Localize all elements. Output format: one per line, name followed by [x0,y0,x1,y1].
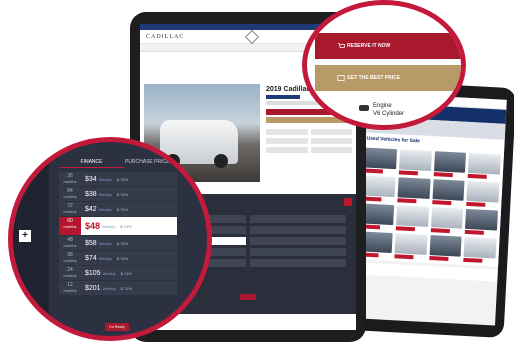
best-price-button[interactable]: GET THE BEST PRICE [315,65,461,91]
vehicle-card[interactable] [466,180,500,208]
best-price-label: GET THE BEST PRICE [347,75,401,81]
brand-name[interactable]: CADILLAC [146,34,184,40]
payment-amount: $74 [85,254,97,262]
payment-period: Weekly [98,240,112,246]
spec-item [266,138,308,144]
term-unit: months [63,258,77,263]
vehicle-card[interactable] [394,233,428,260]
payment-period: Weekly [98,176,112,182]
wheel-icon [214,154,228,168]
term-unit: months [63,194,77,199]
vehicle-card[interactable] [430,207,464,234]
vehicle-card[interactable] [433,151,467,178]
reserve-button[interactable]: RESERVE IT NOW [315,33,461,59]
term-list: 36 months $34 Weekly $.74% 84 months $38 W… [59,172,177,296]
term-unit: months [63,179,77,184]
reserve-label: RESERVE IT NOW [347,43,391,49]
engine-icon [359,105,369,111]
vehicle-card[interactable] [463,236,497,264]
tab-purchase-price[interactable]: PURCHASE PRICE (CASH) [124,156,189,168]
term-row-selected[interactable]: 60 months $48 Weekly $.74% [59,217,177,235]
finance-magnifier: + FINANCE PURCHASE PRICE (CASH) 36 months… [8,137,212,341]
term-unit: months [63,288,77,293]
tab-finance[interactable]: FINANCE [59,156,124,168]
vehicle-card[interactable] [363,147,397,175]
term-row[interactable]: 12 months $201 Weekly $.74% [59,281,177,295]
cart-icon [337,43,345,48]
spec-item [310,129,352,135]
interest-rate: $.74% [116,191,129,197]
spec-item [310,138,352,144]
engine-value: V6 Cylinder [373,111,405,117]
payment-amount: $38 [85,190,97,198]
buy-now-button[interactable]: I'm Ready [105,323,129,331]
spec-item [310,147,352,153]
payment-amount: $34 [85,175,97,183]
interest-rate: $.74% [116,176,129,182]
term-row[interactable]: 36 months $34 Weekly $.74% [59,172,177,186]
term-unit: months [63,243,77,248]
interest-rate: $.74% [116,240,129,246]
marketing-stage: Used Vehicles for Sale CADILLAC 2019 Cad… [0,0,514,344]
term-unit: months [63,209,77,214]
spec-item [266,147,308,153]
payment-amount: $201 [85,284,101,292]
interest-rate: $.74% [116,255,129,261]
finance-tabs: FINANCE PURCHASE PRICE (CASH) [59,156,189,168]
vehicle-card[interactable] [395,205,429,232]
vehicle-card[interactable] [397,177,431,204]
spec-item [266,129,308,135]
tag-icon [337,75,345,81]
term-unit: months [63,273,77,278]
payment-amount: $42 [85,205,97,213]
vehicle-card[interactable] [398,149,432,176]
interest-rate: $.74% [120,223,132,229]
engine-label: Engine [373,103,392,109]
payment-period: Weekly [98,191,112,197]
vehicle-card[interactable] [428,235,462,262]
term-row[interactable]: 48 months $58 Weekly $.74% [59,236,177,250]
cadillac-crest-icon [245,29,260,44]
interest-rate: $.74% [120,285,132,291]
vehicle-card[interactable] [362,175,396,202]
interest-rate: $.74% [120,270,132,276]
vehicle-grid [356,144,505,267]
term-row[interactable]: 36 months $74 Weekly $.74% [59,251,177,265]
payment-period: Weekly [98,206,112,212]
payment-period: Weekly [102,223,116,229]
vehicle-card[interactable] [464,208,499,236]
payment-period: Weekly [102,285,116,291]
vehicle-card[interactable] [431,179,465,206]
close-icon[interactable] [344,198,352,206]
panel-buy-button[interactable] [240,294,256,300]
price-bar [266,95,301,99]
term-unit: months [63,224,77,229]
interest-rate: $.74% [116,206,129,212]
vehicle-card[interactable] [467,152,501,180]
term-row[interactable]: 72 months $42 Weekly $.74% [59,202,177,216]
term-row[interactable]: 24 months $105 Weekly $.74% [59,266,177,280]
payment-period: Weekly [98,255,112,261]
finance-sidebar: + [13,142,49,336]
reserve-magnifier: RESERVE IT NOW GET THE BEST PRICE Engine… [302,0,466,130]
payment-amount: $58 [85,239,97,247]
term-row[interactable]: 84 months $38 Weekly $.74% [59,187,177,201]
spec-grid [266,129,352,153]
payment-period: Weekly [102,270,116,276]
payment-amount: $105 [85,269,101,277]
payment-amount: $48 [85,221,101,231]
plus-icon[interactable]: + [19,230,31,242]
